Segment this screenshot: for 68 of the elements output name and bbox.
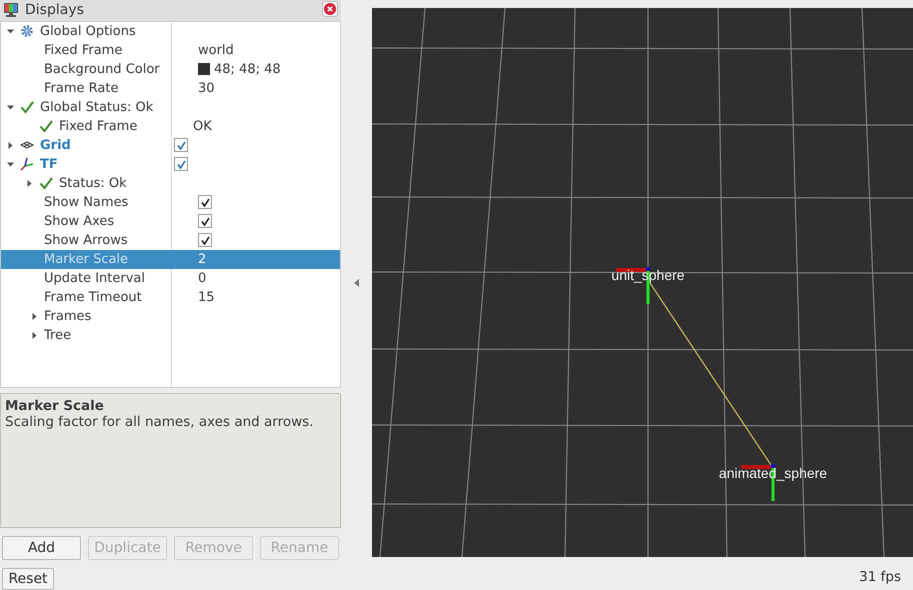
property-label: Show Axes (44, 214, 114, 229)
checkbox[interactable] (174, 138, 188, 152)
tree-row[interactable]: Show Axes (1, 212, 340, 231)
property-label: Frame Rate (44, 80, 118, 96)
tree-row[interactable]: Grid (1, 136, 340, 155)
close-button[interactable] (322, 1, 338, 17)
collapse-arrow-icon[interactable] (354, 278, 359, 286)
property-label: Show Names (44, 194, 128, 210)
tree-row[interactable]: Show Names (1, 192, 340, 212)
checkbox[interactable] (174, 157, 188, 172)
property-label: Update Interval (44, 270, 145, 286)
property-label: Global Status: Ok (40, 100, 154, 115)
property-label: Fixed Frame (59, 118, 138, 134)
property-label: Tree (44, 328, 72, 343)
add-button[interactable]: Add (2, 536, 81, 560)
tree-row[interactable]: Frame Timeout 15 (1, 288, 340, 307)
property-value: world (198, 42, 234, 58)
property-label: Grid (40, 138, 71, 153)
collapse-arrow-icon[interactable] (7, 104, 14, 111)
property-label: TF (40, 156, 58, 172)
check-icon (39, 119, 53, 134)
property-value: 15 (198, 290, 215, 305)
property-label: Frame Timeout (44, 290, 142, 305)
property-value: OK (193, 118, 212, 134)
property-label: Frames (44, 308, 92, 324)
check-icon (39, 176, 53, 190)
tree-row[interactable]: Fixed Frame OK (1, 116, 340, 136)
property-label: Global Options (40, 24, 136, 39)
property-value: 30 (198, 80, 215, 96)
fps-counter: 31 fps (859, 569, 901, 585)
checkbox[interactable] (198, 195, 212, 210)
description-title: Marker Scale (5, 398, 105, 414)
tree-row[interactable]: Marker Scale 2 (1, 250, 340, 269)
tree-row[interactable]: Status: Ok (1, 174, 340, 193)
tree-row[interactable]: Update Interval 0 (1, 268, 340, 288)
property-label: Marker Scale (44, 252, 128, 267)
property-label: Status: Ok (59, 176, 127, 191)
tree-row[interactable]: Fixed Frame world (1, 40, 340, 60)
property-value: 0 (198, 270, 206, 286)
property-value: 2 (198, 252, 206, 267)
tree-row[interactable]: Frame Rate 30 (1, 78, 340, 98)
expand-arrow-icon[interactable] (7, 142, 14, 149)
axes-icon (20, 157, 34, 172)
collapse-arrow-icon[interactable] (7, 28, 14, 35)
tree-row[interactable]: Background Color 48; 48; 48 (1, 60, 340, 79)
collapse-arrow-icon[interactable] (7, 160, 14, 168)
property-label: Background Color (44, 62, 160, 77)
tree-row[interactable]: Tree (1, 326, 340, 345)
panel-title: Displays (25, 2, 84, 18)
expand-arrow-icon[interactable] (31, 332, 38, 339)
checkbox[interactable] (198, 214, 212, 228)
property-label: Show Arrows (44, 232, 128, 248)
monitor-icon (3, 2, 19, 18)
tree-row[interactable]: Frames (1, 306, 340, 326)
checkbox[interactable] (198, 233, 212, 248)
expand-arrow-icon[interactable] (26, 180, 33, 187)
gear-icon (20, 24, 34, 38)
property-value: 48; 48; 48 (214, 62, 281, 77)
tree-row[interactable]: Show Arrows (1, 230, 340, 250)
expand-arrow-icon[interactable] (31, 312, 38, 320)
tree-row[interactable]: Global Options (1, 22, 340, 41)
close-icon (324, 3, 336, 15)
property-label: Fixed Frame (44, 42, 122, 58)
check-icon (20, 100, 34, 114)
tree-row[interactable]: TF (1, 154, 340, 174)
reset-button[interactable]: Reset (2, 568, 54, 590)
description-text: Scaling factor for all names, axes and arrows. (5, 414, 314, 430)
tree-row[interactable]: Global Status: Ok (1, 98, 340, 117)
